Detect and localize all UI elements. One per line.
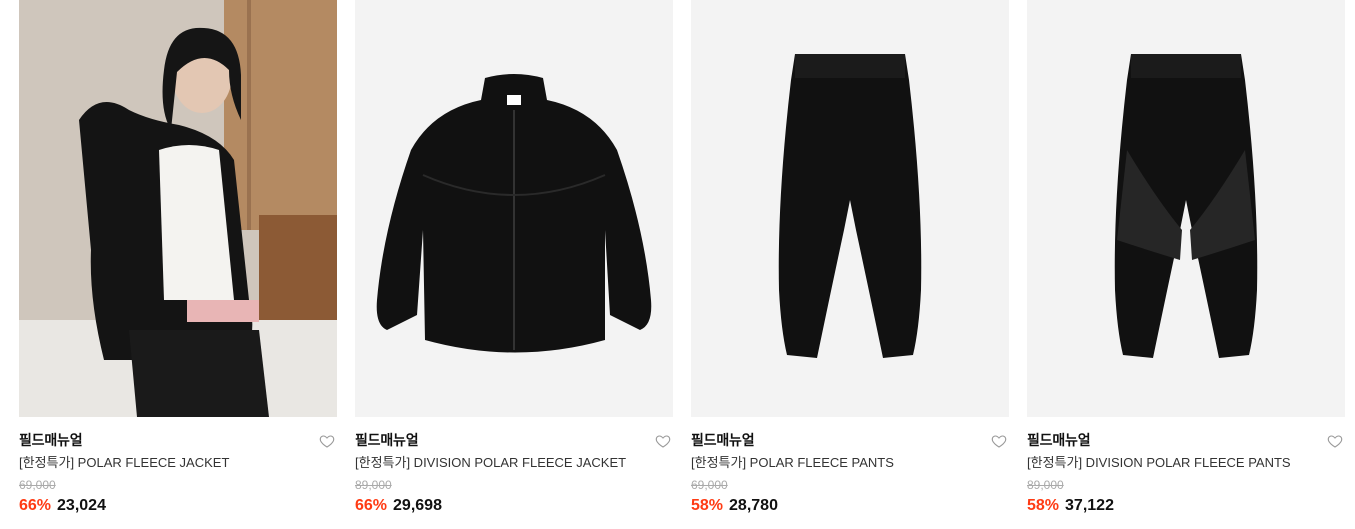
original-price: 69,000 bbox=[19, 478, 56, 492]
product-title[interactable]: [한정특가] POLAR FLEECE PANTS bbox=[691, 454, 1009, 472]
brand-name[interactable]: 필드매뉴얼 bbox=[355, 431, 673, 449]
product-card[interactable]: 필드매뉴얼 [한정특가] POLAR FLEECE PANTS 69,000 5… bbox=[691, 0, 1009, 516]
original-price: 69,000 bbox=[691, 478, 728, 492]
product-card[interactable]: 필드매뉴얼 [한정특가] DIVISION POLAR FLEECE PANTS… bbox=[1027, 0, 1345, 516]
heart-outline-icon[interactable] bbox=[991, 433, 1007, 449]
discount-rate: 58% bbox=[691, 497, 724, 514]
product-image[interactable] bbox=[691, 0, 1009, 417]
product-card[interactable]: 필드매뉴얼 [한정특가] POLAR FLEECE JACKET 69,000 … bbox=[19, 0, 337, 516]
model-photo bbox=[19, 0, 337, 417]
product-card[interactable]: 필드매뉴얼 [한정특가] DIVISION POLAR FLEECE JACKE… bbox=[355, 0, 673, 516]
sale-price: 28,780 bbox=[729, 497, 778, 514]
sale-price: 23,024 bbox=[57, 497, 106, 514]
sale-price: 29,698 bbox=[393, 497, 442, 514]
product-grid: 필드매뉴얼 [한정특가] POLAR FLEECE JACKET 69,000 … bbox=[0, 0, 1355, 529]
brand-name[interactable]: 필드매뉴얼 bbox=[1027, 431, 1345, 449]
heart-outline-icon[interactable] bbox=[319, 433, 335, 449]
brand-name[interactable]: 필드매뉴얼 bbox=[19, 431, 337, 449]
product-meta: 필드매뉴얼 [한정특가] POLAR FLEECE PANTS 69,000 5… bbox=[691, 417, 1009, 516]
product-meta: 필드매뉴얼 [한정특가] DIVISION POLAR FLEECE PANTS… bbox=[1027, 417, 1345, 516]
jacket-photo bbox=[376, 74, 652, 353]
product-meta: 필드매뉴얼 [한정특가] POLAR FLEECE JACKET 69,000 … bbox=[19, 417, 337, 516]
price-row: 66% 23,024 bbox=[19, 496, 337, 516]
brand-name[interactable]: 필드매뉴얼 bbox=[691, 431, 1009, 449]
sale-price: 37,122 bbox=[1065, 497, 1114, 514]
product-meta: 필드매뉴얼 [한정특가] DIVISION POLAR FLEECE JACKE… bbox=[355, 417, 673, 516]
pants-photo bbox=[778, 54, 922, 358]
original-price: 89,000 bbox=[1027, 478, 1064, 492]
price-row: 58% 28,780 bbox=[691, 496, 1009, 516]
discount-rate: 66% bbox=[355, 497, 388, 514]
discount-rate: 58% bbox=[1027, 497, 1060, 514]
pants-photo bbox=[1114, 54, 1258, 358]
price-row: 58% 37,122 bbox=[1027, 496, 1345, 516]
product-image[interactable] bbox=[19, 0, 337, 417]
product-title[interactable]: [한정특가] DIVISION POLAR FLEECE JACKET bbox=[355, 454, 673, 472]
heart-outline-icon[interactable] bbox=[655, 433, 671, 449]
product-image[interactable] bbox=[1027, 0, 1345, 417]
heart-outline-icon[interactable] bbox=[1327, 433, 1343, 449]
product-image[interactable] bbox=[355, 0, 673, 417]
discount-rate: 66% bbox=[19, 497, 52, 514]
product-title[interactable]: [한정특가] DIVISION POLAR FLEECE PANTS bbox=[1027, 454, 1345, 472]
original-price: 89,000 bbox=[355, 478, 392, 492]
product-title[interactable]: [한정특가] POLAR FLEECE JACKET bbox=[19, 454, 337, 472]
price-row: 66% 29,698 bbox=[355, 496, 673, 516]
